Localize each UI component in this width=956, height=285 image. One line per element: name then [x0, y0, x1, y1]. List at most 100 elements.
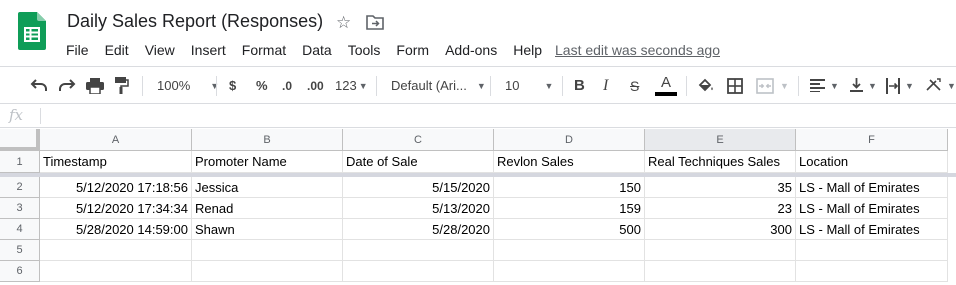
menu-tools[interactable]: Tools	[340, 40, 389, 60]
font-family-select[interactable]: Default (Ari... ▼	[391, 67, 486, 104]
cell-b2[interactable]: Jessica	[192, 177, 343, 198]
borders-icon[interactable]	[727, 67, 743, 104]
cell-c4[interactable]: 5/28/2020	[343, 219, 494, 240]
font-family-value: Default (Ari...	[391, 78, 467, 93]
cell-c5[interactable]	[343, 240, 494, 261]
font-size-value: 10	[505, 78, 520, 93]
cell-d3[interactable]: 159	[494, 198, 645, 219]
merge-icon[interactable]: ▼	[756, 67, 789, 104]
cell-c2[interactable]: 5/15/2020	[343, 177, 494, 198]
menu-addons[interactable]: Add-ons	[437, 40, 505, 60]
menu-form[interactable]: Form	[388, 40, 437, 60]
format-percent-button[interactable]: %	[256, 67, 268, 104]
increase-decimal-button[interactable]: .00	[307, 67, 324, 104]
column-header-c[interactable]: C	[343, 129, 494, 151]
cell-d6[interactable]	[494, 261, 645, 282]
more-formats-label: 123	[335, 78, 357, 93]
column-header-d[interactable]: D	[494, 129, 645, 151]
cell-b1[interactable]: Promoter Name	[192, 151, 343, 173]
cell-f3[interactable]: LS - Mall of Emirates	[796, 198, 948, 219]
column-header-e[interactable]: E	[645, 129, 796, 151]
cell-f2[interactable]: LS - Mall of Emirates	[796, 177, 948, 198]
italic-button[interactable]: I	[603, 67, 608, 104]
more-formats-select[interactable]: 123 ▼	[335, 67, 368, 104]
text-rotate-icon[interactable]: ▼	[926, 67, 956, 104]
bold-button[interactable]: B	[574, 67, 585, 104]
cell-c1[interactable]: Date of Sale	[343, 151, 494, 173]
undo-icon[interactable]	[30, 67, 48, 104]
select-all-corner[interactable]	[0, 129, 40, 151]
formula-bar: fx	[0, 104, 956, 128]
font-size-select[interactable]: 10 ▼	[505, 67, 553, 104]
cell-a1[interactable]: Timestamp	[40, 151, 192, 173]
row-header-3[interactable]: 3	[0, 198, 40, 219]
cell-a3[interactable]: 5/12/2020 17:34:34	[40, 198, 192, 219]
formula-input[interactable]	[48, 104, 948, 127]
cell-a5[interactable]	[40, 240, 192, 261]
cell-b5[interactable]	[192, 240, 343, 261]
cell-f1[interactable]: Location	[796, 151, 948, 173]
cell-d5[interactable]	[494, 240, 645, 261]
valign-bottom-icon[interactable]: ▼	[850, 67, 877, 104]
cell-a6[interactable]	[40, 261, 192, 282]
row-header-6[interactable]: 6	[0, 261, 40, 282]
cell-f6[interactable]	[796, 261, 948, 282]
cell-e5[interactable]	[645, 240, 796, 261]
column-header-a[interactable]: A	[40, 129, 192, 151]
cell-a2[interactable]: 5/12/2020 17:18:56	[40, 177, 192, 198]
toolbar: 100% ▼ $ % .0 .00 123 ▼ Default (Ari... …	[0, 66, 956, 104]
star-icon[interactable]: ☆	[336, 13, 351, 33]
cell-c6[interactable]	[343, 261, 494, 282]
column-header-b[interactable]: B	[192, 129, 343, 151]
cell-b4[interactable]: Shawn	[192, 219, 343, 240]
strikethrough-button[interactable]: S	[630, 67, 639, 104]
cell-e1[interactable]: Real Techniques Sales	[645, 151, 796, 173]
move-to-folder-icon[interactable]	[366, 14, 384, 30]
menu-insert[interactable]: Insert	[183, 40, 234, 60]
zoom-select[interactable]: 100% ▼	[157, 67, 219, 104]
chevron-down-icon: ▼	[476, 80, 486, 91]
last-edit-link[interactable]: Last edit was seconds ago	[555, 41, 720, 59]
print-icon[interactable]	[86, 67, 104, 104]
menu-view[interactable]: View	[137, 40, 183, 60]
row-header-1[interactable]: 1	[0, 151, 40, 173]
text-wrap-icon[interactable]: ▼	[886, 67, 914, 104]
cell-b3[interactable]: Renad	[192, 198, 343, 219]
menu-file[interactable]: File	[58, 40, 97, 60]
text-color-button[interactable]: A	[655, 67, 677, 104]
toolbar-divider	[798, 76, 799, 96]
fx-icon: fx	[9, 106, 24, 124]
row-header-2[interactable]: 2	[0, 177, 40, 198]
paint-format-icon[interactable]	[115, 67, 129, 104]
menu-help[interactable]: Help	[505, 40, 550, 60]
document-title[interactable]: Daily Sales Report (Responses)	[67, 11, 323, 32]
row-header-5[interactable]: 5	[0, 240, 40, 261]
text-color-label: A	[660, 74, 671, 91]
redo-icon[interactable]	[58, 67, 76, 104]
cell-f5[interactable]	[796, 240, 948, 261]
cell-f4[interactable]: LS - Mall of Emirates	[796, 219, 948, 240]
cell-d2[interactable]: 150	[494, 177, 645, 198]
menu-format[interactable]: Format	[234, 40, 294, 60]
sheets-logo-icon[interactable]	[18, 12, 46, 50]
cell-e3[interactable]: 23	[645, 198, 796, 219]
cell-e4[interactable]: 300	[645, 219, 796, 240]
cell-e6[interactable]	[645, 261, 796, 282]
toolbar-divider	[216, 76, 217, 96]
cell-d4[interactable]: 500	[494, 219, 645, 240]
decrease-decimal-button[interactable]: .0	[282, 67, 292, 104]
format-currency-button[interactable]: $	[229, 67, 236, 104]
row-header-4[interactable]: 4	[0, 219, 40, 240]
cell-d1[interactable]: Revlon Sales	[494, 151, 645, 173]
cell-c3[interactable]: 5/13/2020	[343, 198, 494, 219]
cell-a4[interactable]: 5/28/2020 14:59:00	[40, 219, 192, 240]
cell-e2[interactable]: 35	[645, 177, 796, 198]
fill-color-icon[interactable]	[697, 67, 714, 104]
column-header-f[interactable]: F	[796, 129, 948, 151]
menu-data[interactable]: Data	[294, 40, 340, 60]
menu-edit[interactable]: Edit	[97, 40, 137, 60]
cell-b6[interactable]	[192, 261, 343, 282]
align-left-icon[interactable]: ▼	[810, 67, 839, 104]
chevron-down-icon: ▼	[947, 80, 956, 91]
chevron-down-icon: ▼	[780, 80, 789, 91]
